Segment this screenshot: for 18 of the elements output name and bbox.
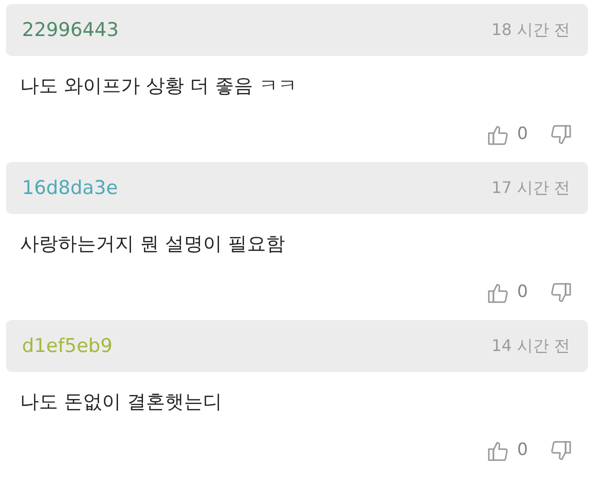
thumbs-up-icon[interactable]: [487, 124, 510, 146]
thumbs-down-icon[interactable]: [550, 440, 572, 462]
like-count: 0: [517, 281, 528, 304]
author-id: 16d8da3e: [22, 176, 118, 201]
comment-text: 사랑하는거지 뭔 설명이 필요함: [19, 232, 286, 257]
comment-time: 17 시간 전: [491, 177, 570, 199]
like-count: 0: [517, 439, 528, 462]
comment-time: 14 시간 전: [491, 335, 570, 357]
comment-time: 18 시간 전: [491, 19, 570, 41]
thumbs-down-icon[interactable]: [550, 124, 572, 146]
thumbs-up-icon[interactable]: [487, 440, 510, 462]
thumbs-up-icon[interactable]: [487, 282, 510, 304]
thumbs-down-icon[interactable]: [550, 282, 572, 304]
like-count: 0: [517, 123, 528, 146]
comment-text: 나도 와이프가 상황 더 좋음 ㅋㅋ: [19, 74, 298, 99]
author-id: 22996443: [22, 18, 119, 43]
comment-text: 나도 돈없이 결혼햇는디: [19, 390, 224, 415]
author-id: d1ef5eb9: [22, 334, 112, 359]
